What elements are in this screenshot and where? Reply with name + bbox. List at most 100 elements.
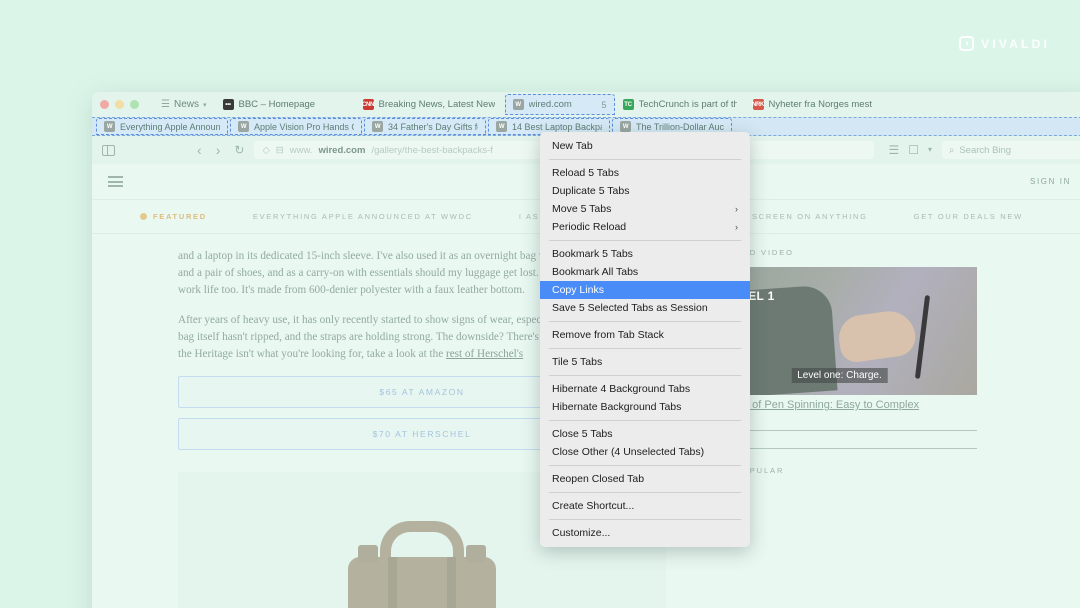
tab-label: BBC – Homepage (238, 99, 316, 110)
menu-item[interactable]: Reopen Closed Tab (540, 470, 750, 488)
menu-item[interactable]: Tile 5 Tabs (540, 353, 750, 371)
tab-label: Breaking News, Latest New (378, 99, 496, 110)
menu-item[interactable]: Hibernate 4 Background Tabs (540, 380, 750, 398)
tab-label: 14 Best Laptop Backpacks (512, 121, 602, 132)
featured-badge: FEATURED (140, 212, 207, 221)
new-tab-in-stack-button[interactable]: + (1076, 120, 1080, 133)
tab-favicon-icon: W (104, 121, 115, 132)
menu-item[interactable]: Create Shortcut... (540, 497, 750, 515)
menu-separator (549, 348, 741, 349)
minimize-window-button[interactable] (115, 100, 124, 109)
menu-item[interactable]: Copy Links (540, 281, 750, 299)
chevron-down-icon[interactable]: ▾ (928, 146, 932, 154)
menu-item-label: Close Other (4 Unselected Tabs) (552, 446, 705, 458)
stacked-tab[interactable]: W 34 Father's Day Gifts for t (364, 118, 486, 135)
vivaldi-logo-icon: ◑ (959, 36, 975, 51)
menu-separator (549, 240, 741, 241)
menu-item-label: New Tab (552, 140, 593, 152)
browser-tab[interactable]: Wwired.com 5 (504, 94, 615, 115)
menu-item[interactable]: Close 5 Tabs (540, 425, 750, 443)
menu-separator (549, 159, 741, 160)
menu-item[interactable]: Periodic Reload › (540, 218, 750, 236)
tab-favicon-icon: TC (622, 99, 634, 110)
tab-label: The Trillion-Dollar Auction (636, 121, 724, 132)
menu-icon[interactable] (108, 176, 123, 187)
shield-icon[interactable]: ◇ (262, 145, 269, 156)
menu-item[interactable]: Bookmark 5 Tabs (540, 245, 750, 263)
tab-favicon-icon: NRK (752, 99, 764, 110)
menu-item-label: Duplicate 5 Tabs (552, 185, 630, 197)
submenu-arrow-icon: › (735, 222, 738, 232)
menu-item[interactable]: Reload 5 Tabs (540, 164, 750, 182)
browser-tab[interactable]: ••• BBC – Homepage (215, 94, 355, 115)
workspace-icon: ☰ (161, 99, 170, 110)
tab-label: Apple Vision Pro Hands O (254, 121, 354, 132)
backpack-side-pocket-right (466, 545, 486, 563)
browser-tab[interactable]: NRK Nyheter fra Norges mest l (745, 94, 880, 115)
chevron-down-icon: ▾ (202, 101, 207, 109)
menu-item-label: Reload 5 Tabs (552, 167, 619, 179)
forward-icon[interactable]: › (216, 143, 221, 157)
menu-item[interactable]: Bookmark All Tabs (540, 263, 750, 281)
menu-separator (549, 465, 741, 466)
bookmark-icon[interactable]: ☐ (908, 144, 919, 156)
subnav-item[interactable]: EVERYTHING APPLE ANNOUNCED AT WWDC (253, 212, 473, 221)
tab-label: Everything Apple Announc (120, 121, 220, 132)
menu-item[interactable]: Close Other (4 Unselected Tabs) (540, 443, 750, 461)
stacked-tab[interactable]: W Everything Apple Announc (96, 118, 228, 135)
tab-favicon-icon: W (238, 121, 249, 132)
url-prefix: www. (289, 144, 313, 156)
tab-favicon-icon: W (372, 121, 383, 132)
menu-item[interactable]: Duplicate 5 Tabs (540, 182, 750, 200)
menu-item-label: Move 5 Tabs (552, 203, 612, 215)
tab-favicon-icon: W (620, 121, 631, 132)
menu-item[interactable]: Move 5 Tabs › (540, 200, 750, 218)
tab-bar: ☰ News ▾ ••• BBC – Homepage CNN Breaking Ne… (92, 92, 1080, 117)
maximize-window-button[interactable] (130, 100, 139, 109)
menu-separator (549, 519, 741, 520)
tab-label: wired.com (528, 99, 572, 110)
vivaldi-wordmark: VIVALDI (981, 36, 1050, 51)
featured-label: FEATURED (153, 212, 207, 221)
reload-icon[interactable]: ↻ (234, 144, 244, 156)
panel-toggle-icon[interactable] (102, 144, 115, 156)
menu-separator (549, 492, 741, 493)
menu-item[interactable]: Hibernate Background Tabs (540, 398, 750, 416)
menu-item-label: Hibernate Background Tabs (552, 401, 682, 413)
toolbar-right-actions: ☰ ☐ ▾ (888, 144, 932, 156)
submenu-arrow-icon: › (735, 204, 738, 214)
browser-tab[interactable]: TC TechCrunch is part of the (615, 94, 745, 115)
menu-item-label: Save 5 Selected Tabs as Session (552, 302, 708, 314)
tab-favicon-icon: ••• (222, 99, 234, 110)
menu-item[interactable]: Customize... (540, 524, 750, 542)
menu-item-label: Close 5 Tabs (552, 428, 613, 440)
search-field[interactable]: ⌕ Search Bing ▾ (942, 141, 1080, 159)
browser-tab[interactable]: CNN Breaking News, Latest New (355, 94, 505, 115)
menu-item-label: Remove from Tab Stack (552, 329, 664, 341)
tab-favicon-icon: W (512, 99, 524, 110)
tab-label: 34 Father's Day Gifts for t (388, 121, 478, 132)
menu-item[interactable]: Save 5 Selected Tabs as Session (540, 299, 750, 317)
menu-separator (549, 375, 741, 376)
menu-item-label: Periodic Reload (552, 221, 627, 233)
tab-label: TechCrunch is part of the (638, 99, 737, 110)
search-placeholder: Search Bing (959, 144, 1012, 156)
menu-separator (549, 321, 741, 322)
url-path: /gallery/the-best-backpacks-f (371, 144, 493, 156)
tab-context-menu[interactable]: New Tab Reload 5 Tabs Duplicate 5 Tabs Move… (540, 132, 750, 547)
stacked-tab[interactable]: W Apple Vision Pro Hands O (230, 118, 362, 135)
back-icon[interactable]: ‹ (197, 143, 202, 157)
window-controls[interactable] (100, 100, 139, 109)
menu-item-label: Hibernate 4 Background Tabs (552, 383, 691, 395)
menu-item[interactable]: New Tab (540, 137, 750, 155)
close-window-button[interactable] (100, 100, 109, 109)
featured-bullet-icon (140, 213, 147, 220)
sign-in-link[interactable]: SIGN IN (1030, 177, 1080, 186)
new-tab-button[interactable]: + (1075, 97, 1080, 112)
herschel-link[interactable]: rest of Herschel's (446, 348, 523, 360)
subnav-item[interactable]: GET OUR DEALS NEW (914, 212, 1023, 221)
workspace-selector[interactable]: ☰ News ▾ (153, 99, 215, 110)
reader-view-icon[interactable]: ☰ (888, 144, 899, 156)
backpack-illustration (348, 545, 496, 608)
menu-item[interactable]: Remove from Tab Stack (540, 326, 750, 344)
